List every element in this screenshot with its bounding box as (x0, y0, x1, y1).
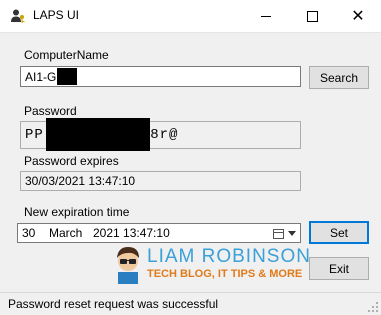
redaction-block (46, 118, 150, 151)
search-button[interactable]: Search (309, 66, 369, 89)
watermark-name: LIAM ROBINSON (147, 246, 311, 267)
close-button[interactable]: ✕ (335, 0, 381, 32)
set-button[interactable]: Set (309, 221, 369, 244)
date-day[interactable]: 30 (22, 226, 49, 240)
redaction-block (57, 68, 77, 85)
watermark: LIAM ROBINSON TECH BLOG, IT TIPS & MORE (112, 244, 310, 284)
user-key-icon (11, 9, 25, 23)
resize-grip-icon[interactable] (367, 301, 379, 313)
maximize-button[interactable] (289, 0, 335, 32)
status-bar: Password reset request was successful (0, 292, 381, 315)
maximize-icon (306, 10, 318, 22)
chevron-down-icon[interactable] (288, 231, 296, 236)
watermark-tagline: TECH BLOG, IT TIPS & MORE (147, 268, 303, 280)
window-title: LAPS UI (33, 8, 80, 22)
password-expires-value: 30/03/2021 13:47:10 (25, 174, 136, 188)
date-month[interactable]: March (49, 226, 93, 240)
date-year-time[interactable]: 2021 13:47:10 (93, 226, 170, 240)
expiration-date-picker[interactable]: 30 March 2021 13:47:10 (17, 223, 301, 243)
password-expires-label: Password expires (24, 154, 119, 168)
minimize-icon (261, 15, 271, 17)
exit-button[interactable]: Exit (309, 257, 369, 280)
password-label: Password (24, 104, 77, 118)
password-suffix: 8r@ (150, 127, 179, 143)
status-text: Password reset request was successful (8, 297, 219, 311)
password-expires-field: 30/03/2021 13:47:10 (20, 171, 301, 191)
new-expiration-label: New expiration time (24, 205, 130, 219)
calendar-icon[interactable] (273, 229, 284, 239)
avatar-icon (117, 247, 139, 284)
computer-name-label: ComputerName (24, 48, 109, 62)
close-icon: ✕ (351, 6, 365, 25)
minimize-button[interactable] (243, 0, 289, 32)
title-bar[interactable]: LAPS UI ✕ (0, 0, 381, 33)
